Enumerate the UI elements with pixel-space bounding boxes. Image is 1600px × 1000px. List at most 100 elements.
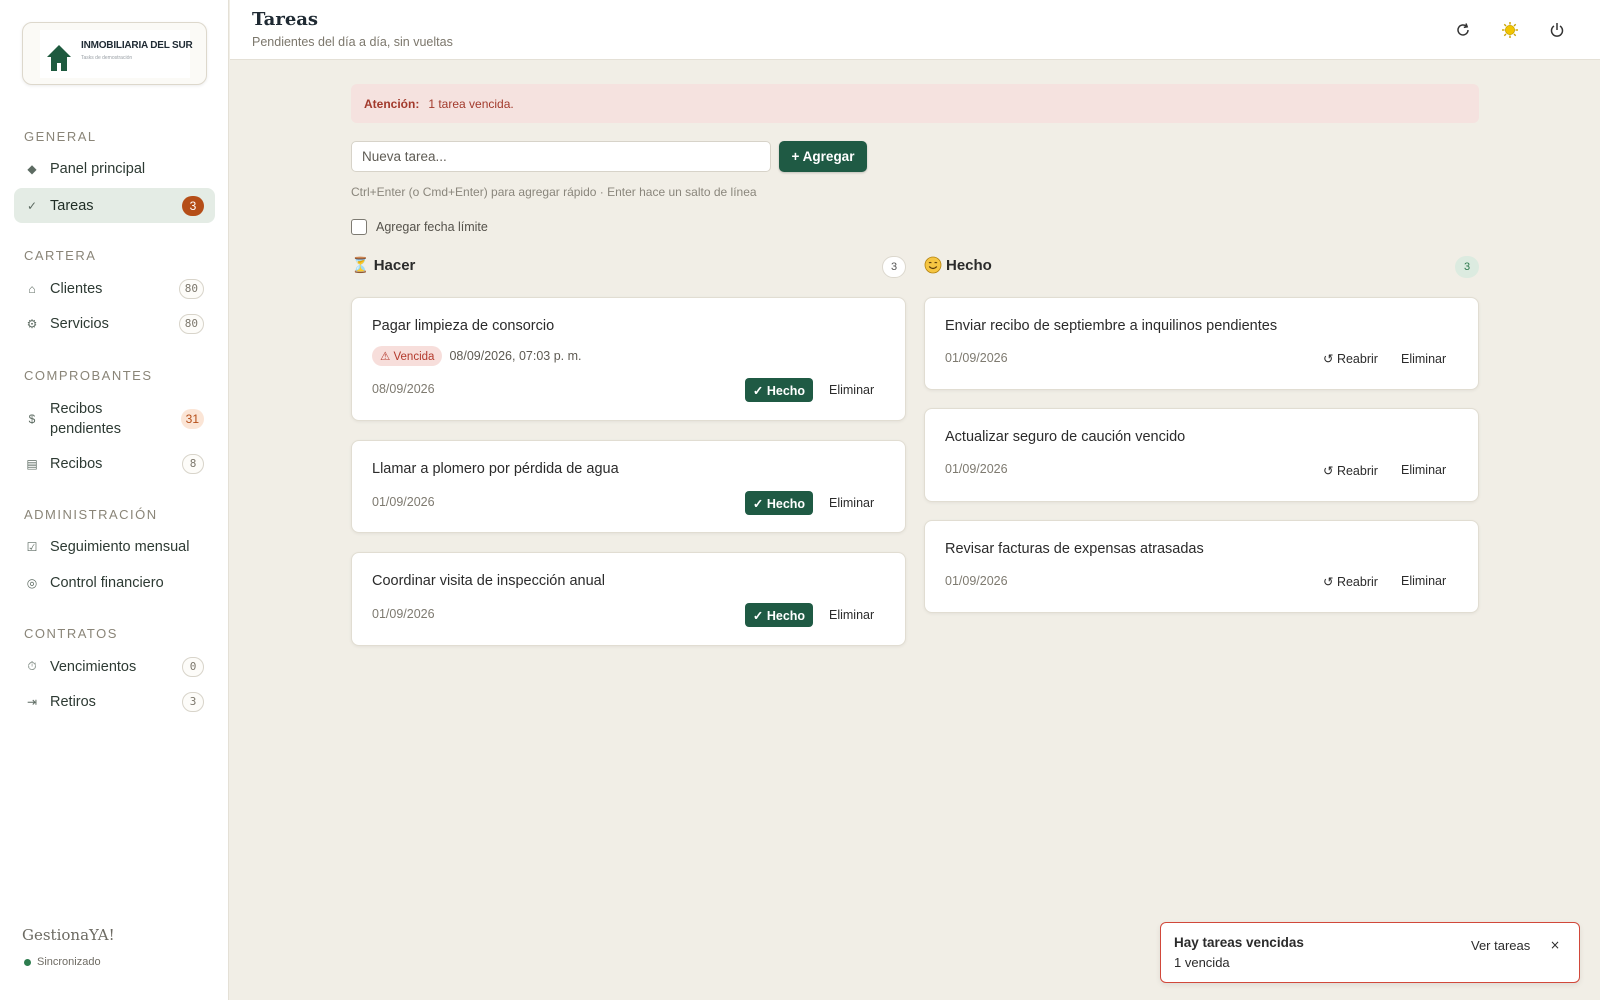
power-icon bbox=[1550, 23, 1564, 37]
delete-task-button[interactable]: Eliminar bbox=[1401, 463, 1446, 477]
dollar-icon: $ bbox=[28, 411, 36, 426]
task-title: Actualizar seguro de caución vencido bbox=[945, 429, 1186, 445]
sidebar-item-label: Panel principal bbox=[50, 160, 146, 177]
receipt-icon: ▤ bbox=[26, 456, 38, 471]
refresh-button[interactable] bbox=[1451, 18, 1475, 42]
delete-task-button[interactable]: Eliminar bbox=[829, 608, 874, 622]
sidebar-item-seguimiento-mensual[interactable]: ☑ Seguimiento mensual bbox=[14, 529, 215, 564]
sidebar-item-label: Recibos bbox=[50, 455, 103, 472]
column-todo-count: 3 bbox=[882, 256, 906, 278]
deadline-checkbox[interactable] bbox=[351, 219, 367, 235]
sidebar-item-label-group: Recibos pendientes bbox=[50, 399, 121, 439]
view-tasks-button[interactable]: Ver tareas bbox=[1471, 938, 1530, 953]
new-task-input[interactable] bbox=[351, 141, 771, 172]
task-due-date: 08/09/2026, 07:03 p. m. bbox=[449, 349, 582, 363]
sidebar-item-label: Retiros bbox=[50, 693, 96, 710]
status-dot-icon bbox=[24, 958, 31, 966]
sync-status-label: Sincronizado bbox=[37, 956, 101, 968]
column-todo-title: Hacer bbox=[373, 256, 416, 274]
sidebar-item-vencimientos[interactable]: ⏱ Vencimientos 0 bbox=[14, 649, 215, 684]
sidebar-item-recibos[interactable]: ▤ Recibos 8 bbox=[14, 446, 215, 481]
task-title: Revisar facturas de expensas atrasadas bbox=[945, 541, 1204, 557]
logo-image: INMOBILIARIA DEL SUR Tasks de demostraci… bbox=[40, 30, 193, 78]
finance-icon: ◎ bbox=[26, 575, 38, 590]
keyboard-hint: Ctrl+Enter (o Cmd+Enter) para agregar rá… bbox=[351, 185, 757, 199]
sidebar-item-label: Seguimiento mensual bbox=[50, 538, 190, 555]
logout-button[interactable] bbox=[1545, 18, 1569, 42]
mark-done-button[interactable]: ✓ Hecho bbox=[745, 603, 813, 627]
logo-title: INMOBILIARIA DEL SUR bbox=[81, 40, 193, 51]
reopen-task-button[interactable]: ↺ Reabrir bbox=[1323, 574, 1378, 589]
task-card: Pagar limpieza de consorcio ⚠ Vencida 08… bbox=[351, 297, 906, 421]
alert-text: 1 tarea vencida. bbox=[428, 96, 514, 111]
column-todo-header: ⏳ Hacer bbox=[351, 256, 415, 274]
mark-done-button[interactable]: ✓ Hecho bbox=[745, 378, 813, 402]
check-icon: ✓ bbox=[26, 198, 38, 213]
delete-task-button[interactable]: Eliminar bbox=[829, 383, 874, 397]
add-task-button[interactable]: + Agregar bbox=[779, 141, 867, 172]
logo-subtitle: Tasks de demostración bbox=[81, 55, 133, 61]
section-general: GENERAL bbox=[24, 129, 97, 144]
theme-toggle-button[interactable] bbox=[1498, 18, 1522, 42]
company-logo[interactable]: INMOBILIARIA DEL SUR Tasks de demostraci… bbox=[22, 22, 207, 85]
task-due-row: ⚠ Vencida 08/09/2026, 07:03 p. m. bbox=[372, 346, 581, 366]
task-title: Coordinar visita de inspección anual bbox=[372, 573, 605, 589]
gear-icon: ⚙ bbox=[26, 316, 38, 331]
count-badge: 31 bbox=[180, 408, 204, 429]
mark-done-button[interactable]: ✓ Hecho bbox=[745, 491, 813, 515]
sidebar-item-recibos-pendientes[interactable]: $ Recibos pendientes 31 bbox=[14, 396, 215, 441]
count-badge: 80 bbox=[178, 313, 204, 334]
house-icon bbox=[47, 45, 71, 71]
checkbox-icon: ☑ bbox=[26, 539, 38, 554]
deadline-toggle[interactable]: Agregar fecha límite bbox=[351, 219, 488, 235]
sidebar-item-servicios[interactable]: ⚙ Servicios 80 bbox=[14, 306, 215, 341]
task-card: Llamar a plomero por pérdida de agua 01/… bbox=[351, 440, 906, 533]
task-title: Pagar limpieza de consorcio bbox=[372, 318, 555, 334]
task-created-date: 01/09/2026 bbox=[372, 495, 435, 509]
hourglass-icon: ⏳ bbox=[351, 256, 370, 274]
timer-icon: ⏱ bbox=[27, 659, 37, 673]
sidebar-item-clientes[interactable]: ⌂ Clientes 80 bbox=[14, 271, 215, 306]
overdue-toast: Hay tareas vencidas 1 vencida Ver tareas… bbox=[1160, 922, 1580, 983]
task-created-date: 08/09/2026 bbox=[372, 382, 435, 396]
reopen-task-button[interactable]: ↺ Reabrir bbox=[1323, 351, 1378, 366]
sidebar: INMOBILIARIA DEL SUR Tasks de demostraci… bbox=[0, 0, 229, 1000]
count-badge: 3 bbox=[182, 691, 204, 712]
task-card: Revisar facturas de expensas atrasadas 0… bbox=[924, 520, 1479, 613]
column-done-header: Hecho bbox=[924, 256, 992, 274]
reopen-task-button[interactable]: ↺ Reabrir bbox=[1323, 463, 1378, 478]
sidebar-item-tareas[interactable]: ✓ Tareas 3 bbox=[14, 188, 215, 223]
sidebar-item-retiros[interactable]: ⇥ Retiros 3 bbox=[14, 684, 215, 719]
page-title: Tareas bbox=[252, 9, 319, 30]
task-card: Enviar recibo de septiembre a inquilinos… bbox=[924, 297, 1479, 390]
delete-task-button[interactable]: Eliminar bbox=[1401, 352, 1446, 366]
home-icon: ⌂ bbox=[28, 281, 36, 296]
close-icon[interactable]: × bbox=[1550, 938, 1560, 952]
exit-icon: ⇥ bbox=[26, 694, 38, 709]
section-contratos: CONTRATOS bbox=[24, 626, 118, 641]
section-comprobantes: COMPROBANTES bbox=[24, 368, 153, 383]
brand-name: GestionaYA! bbox=[22, 926, 115, 944]
alert-label: Atención: bbox=[364, 96, 420, 111]
smiley-icon bbox=[924, 256, 942, 274]
refresh-icon bbox=[1457, 23, 1469, 36]
task-created-date: 01/09/2026 bbox=[945, 462, 1008, 476]
sidebar-item-label: Tareas bbox=[50, 197, 94, 214]
task-title: Enviar recibo de septiembre a inquilinos… bbox=[945, 318, 1278, 334]
delete-task-button[interactable]: Eliminar bbox=[1401, 574, 1446, 588]
task-card: Coordinar visita de inspección anual 01/… bbox=[351, 552, 906, 646]
count-badge: 80 bbox=[178, 278, 204, 299]
sidebar-item-label: Recibos bbox=[50, 400, 103, 417]
count-badge: 3 bbox=[182, 195, 204, 216]
sync-status: Sincronizado bbox=[24, 956, 101, 968]
sidebar-item-control-financiero[interactable]: ◎ Control financiero bbox=[14, 565, 215, 600]
sun-icon bbox=[1502, 22, 1518, 38]
section-administracion: ADMINISTRACIÓN bbox=[24, 507, 158, 522]
sidebar-item-panel-principal[interactable]: ◆ Panel principal bbox=[14, 151, 215, 186]
diamond-icon: ◆ bbox=[27, 161, 37, 176]
delete-task-button[interactable]: Eliminar bbox=[829, 496, 874, 510]
task-card: Actualizar seguro de caución vencido 01/… bbox=[924, 408, 1479, 502]
sidebar-item-label: Clientes bbox=[50, 280, 103, 297]
column-done-count: 3 bbox=[1455, 256, 1479, 278]
deadline-label: Agregar fecha límite bbox=[376, 220, 488, 234]
